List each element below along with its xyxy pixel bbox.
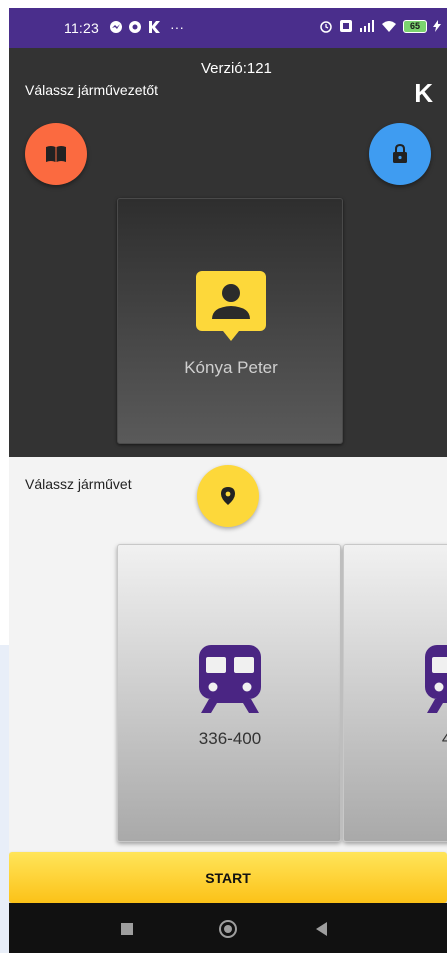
driver-section-label: Válassz járművezetőt	[25, 82, 159, 98]
vehicle-name: 336-400	[198, 729, 262, 748]
home-icon[interactable]	[219, 920, 237, 938]
lock-button[interactable]	[369, 123, 431, 185]
sim-icon	[340, 20, 352, 32]
driver-card[interactable]: Kónya Peter	[117, 198, 343, 444]
recent-apps-icon[interactable]	[121, 923, 133, 935]
messenger-icon	[110, 21, 122, 33]
app-frame: 11:23 ··· 65 Válassz járművezetőt Verzió…	[0, 0, 447, 953]
more-notifications-icon: ···	[170, 19, 184, 35]
wifi-icon	[382, 20, 396, 32]
train-icon	[199, 645, 261, 713]
vehicle-card[interactable]: 336-400	[117, 544, 341, 842]
charging-icon	[433, 20, 441, 32]
vehicle-section-label: Válassz járművet	[25, 476, 132, 492]
location-icon	[129, 21, 141, 33]
status-notification-icons: ···	[109, 19, 184, 35]
phone-screen: 11:23 ··· 65 Válassz járművezetőt Verzió…	[9, 8, 447, 953]
book-icon	[46, 146, 66, 162]
battery-icon: 65	[403, 19, 427, 33]
user-initial[interactable]: K	[414, 78, 433, 109]
book-button[interactable]	[25, 123, 87, 185]
status-time: 11:23	[64, 20, 99, 36]
version-label: Verzió:121	[201, 60, 272, 77]
navigation-bar	[9, 903, 447, 953]
signal-icon	[360, 20, 374, 32]
vehicle-name: 480	[441, 729, 447, 748]
location-button[interactable]	[197, 465, 259, 527]
train-icon	[425, 645, 447, 713]
driver-selection-section: Válassz járművezetőt Verzió:121 K Kónya …	[9, 48, 447, 457]
driver-name: Kónya Peter	[184, 358, 278, 377]
vehicle-card[interactable]: 480	[343, 544, 447, 842]
k-app-icon	[149, 21, 160, 33]
vehicle-selection-section: Válassz járművet 336-400 4	[9, 457, 447, 852]
map-pin-icon	[221, 487, 235, 505]
background-panel	[0, 645, 9, 953]
status-system-icons: 65	[319, 19, 441, 33]
alarm-icon	[320, 21, 332, 33]
person-badge-icon	[196, 271, 266, 341]
start-button[interactable]: START	[9, 852, 447, 903]
back-icon[interactable]	[316, 922, 327, 936]
status-bar: 11:23 ··· 65	[9, 8, 447, 48]
lock-icon	[393, 144, 407, 163]
